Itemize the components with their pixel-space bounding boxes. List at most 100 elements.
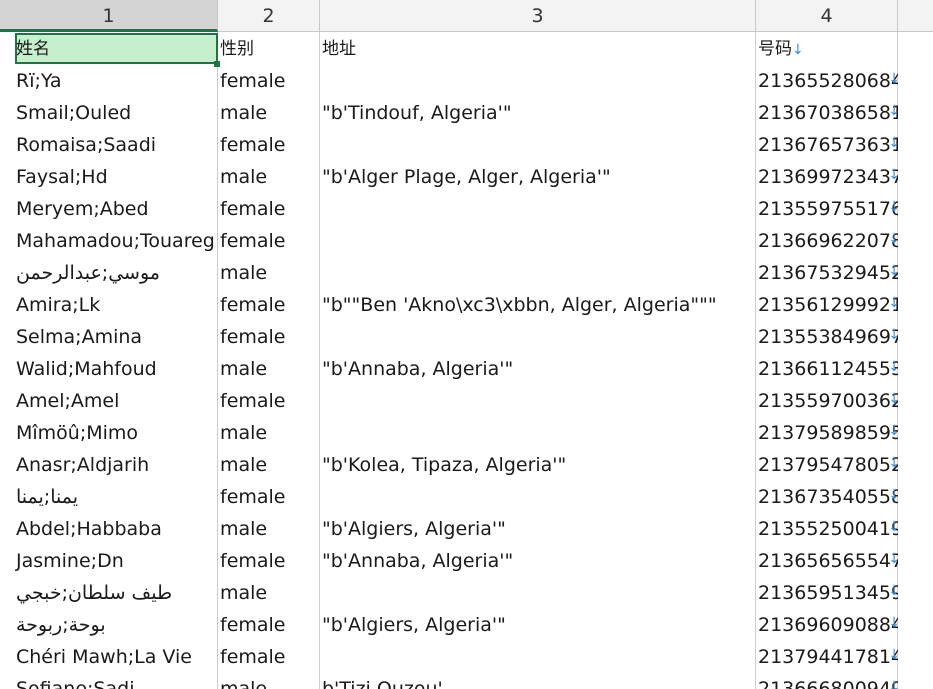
name-text: موسي;عبدالرحمن	[16, 262, 160, 284]
column-header-1[interactable]: 1	[0, 0, 218, 32]
cell-number[interactable]: 213795898595 ↓	[756, 417, 898, 449]
cell-gender[interactable]: female	[218, 609, 320, 641]
cell-number[interactable]: 213795478052 ↓	[756, 449, 898, 481]
cell-name[interactable]: Smail;Ouled	[0, 97, 218, 129]
cell-name[interactable]: Sofiane;Sadi	[0, 673, 218, 689]
cell-gender[interactable]: female	[218, 193, 320, 225]
cell-name[interactable]: Jasmine;Dn	[0, 545, 218, 577]
cell-name[interactable]: Amira;Lk	[0, 289, 218, 321]
cell-number[interactable]: 213559700362 ↓	[756, 385, 898, 417]
cell-gender[interactable]: female	[218, 129, 320, 161]
cell-number[interactable]: 213659513459 ↓	[756, 577, 898, 609]
cell-number[interactable]: 213696090884 ↓	[756, 609, 898, 641]
cell-name[interactable]: Mîmöû;Mimo	[0, 417, 218, 449]
cell-gender[interactable]: male	[218, 577, 320, 609]
gender-text: female	[220, 390, 286, 412]
cell-name[interactable]: طيف سلطان;خبجي	[0, 577, 218, 609]
cell-number[interactable]: 213553849697 ↓	[756, 321, 898, 353]
cell-gender[interactable]: male	[218, 97, 320, 129]
cell-number[interactable]: 213559755176 ↓	[756, 193, 898, 225]
cell-address[interactable]: "b'Annaba, Algeria'"	[320, 353, 756, 385]
cell-name[interactable]: Selma;Amina	[0, 321, 218, 353]
cell-gender[interactable]: male	[218, 673, 320, 689]
cell-gender[interactable]: male	[218, 161, 320, 193]
cell-number[interactable]: 213676573631 ↓	[756, 129, 898, 161]
spreadsheet-grid[interactable]: 1 2 3 4 姓名 性别 地址 号码↓ Rï;Ya female 213655…	[0, 0, 933, 689]
cell-name[interactable]: بوحة;ربوحة	[0, 609, 218, 641]
cell-address[interactable]	[320, 481, 756, 513]
cell-number[interactable]: 213552500419 ↓	[756, 513, 898, 545]
cell-gender[interactable]: female	[218, 65, 320, 97]
column-header-4[interactable]: 4	[756, 0, 898, 32]
number-text: 213794417814	[758, 646, 898, 668]
column-header-blank[interactable]	[898, 0, 933, 32]
cell-name-header[interactable]: 姓名	[0, 33, 218, 65]
cell-gender[interactable]: female	[218, 225, 320, 257]
cell-address[interactable]	[320, 385, 756, 417]
cell-address[interactable]: "b'Kolea, Tipaza, Algeria'"	[320, 449, 756, 481]
number-text: 213656565547	[758, 550, 898, 572]
cell-gender[interactable]: male	[218, 417, 320, 449]
cell-number-header[interactable]: 号码↓	[756, 33, 898, 65]
gender-text: male	[220, 262, 268, 284]
cell-gender[interactable]: male	[218, 257, 320, 289]
cell-gender[interactable]: female	[218, 321, 320, 353]
number-text: 213553849697	[758, 326, 898, 348]
cell-gender[interactable]: male	[218, 513, 320, 545]
cell-address[interactable]	[320, 65, 756, 97]
cell-number[interactable]: 213669622078 ↓	[756, 225, 898, 257]
cell-name[interactable]: Abdel;Habbaba	[0, 513, 218, 545]
cell-address[interactable]: "b'Annaba, Algeria'"	[320, 545, 756, 577]
name-text: Amel;Amel	[16, 390, 120, 412]
cell-gender[interactable]: female	[218, 545, 320, 577]
cell-address[interactable]	[320, 193, 756, 225]
cell-address[interactable]	[320, 225, 756, 257]
cell-name[interactable]: Amel;Amel	[0, 385, 218, 417]
cell-name[interactable]: Rï;Ya	[0, 65, 218, 97]
cell-address[interactable]	[320, 417, 756, 449]
column-header-2[interactable]: 2	[218, 0, 320, 32]
cell-name[interactable]: Meryem;Abed	[0, 193, 218, 225]
cell-address[interactable]: b'Tizi Ouzou'	[320, 673, 756, 689]
cell-address[interactable]: "b'Algiers, Algeria'"	[320, 609, 756, 641]
cell-gender[interactable]: male	[218, 353, 320, 385]
cell-address[interactable]	[320, 641, 756, 673]
cell-name[interactable]: Chéri Mawh;La Vie	[0, 641, 218, 673]
cell-number[interactable]: 213794417814 ↓	[756, 641, 898, 673]
cell-name[interactable]: موسي;عبدالرحمن	[0, 257, 218, 289]
cell-gender[interactable]: female	[218, 481, 320, 513]
cell-address[interactable]	[320, 129, 756, 161]
down-arrow-icon: ↓	[888, 679, 898, 689]
cell-address[interactable]	[320, 577, 756, 609]
cell-gender[interactable]: female	[218, 289, 320, 321]
cell-name[interactable]: Romaisa;Saadi	[0, 129, 218, 161]
cell-number[interactable]: 213666800949 ↓	[756, 673, 898, 689]
cell-name[interactable]: Anasr;Aldjarih	[0, 449, 218, 481]
gender-text: female	[220, 486, 286, 508]
cell-number[interactable]: 213661124553 ↓	[756, 353, 898, 385]
column-header-3[interactable]: 3	[320, 0, 756, 32]
cell-address[interactable]: "b'Algiers, Algeria'"	[320, 513, 756, 545]
cell-address-header[interactable]: 地址	[320, 33, 756, 65]
cell-gender-header[interactable]: 性别	[218, 33, 320, 65]
cell-name[interactable]: Faysal;Hd	[0, 161, 218, 193]
cell-gender[interactable]: female	[218, 641, 320, 673]
cell-address[interactable]: "b'Alger Plage, Alger, Algeria'"	[320, 161, 756, 193]
cell-number[interactable]: 213656565547 ↓	[756, 545, 898, 577]
cell-gender[interactable]: male	[218, 449, 320, 481]
cell-address[interactable]: "b'Tindouf, Algeria'"	[320, 97, 756, 129]
cell-number[interactable]: 213673540558 ↓	[756, 481, 898, 513]
cell-number[interactable]: 213561299921 ↓	[756, 289, 898, 321]
cell-number[interactable]: 213655280684 ↓	[756, 65, 898, 97]
cell-name[interactable]: يمنا;يمنا	[0, 481, 218, 513]
cell-address[interactable]: "b""Ben 'Akno\xc3\xbbn, Alger, Algeria""…	[320, 289, 756, 321]
cell-number[interactable]: 213675329452 ↓	[756, 257, 898, 289]
cell-number[interactable]: 213699723437 ↓	[756, 161, 898, 193]
cell-name[interactable]: Walid;Mahfoud	[0, 353, 218, 385]
cell-name[interactable]: Mahamadou;Touareg	[0, 225, 218, 257]
table-row: بوحة;ربوحة female "b'Algiers, Algeria'" …	[0, 609, 933, 641]
cell-number[interactable]: 213670386581 ↓	[756, 97, 898, 129]
cell-address[interactable]	[320, 257, 756, 289]
cell-gender[interactable]: female	[218, 385, 320, 417]
cell-address[interactable]	[320, 321, 756, 353]
